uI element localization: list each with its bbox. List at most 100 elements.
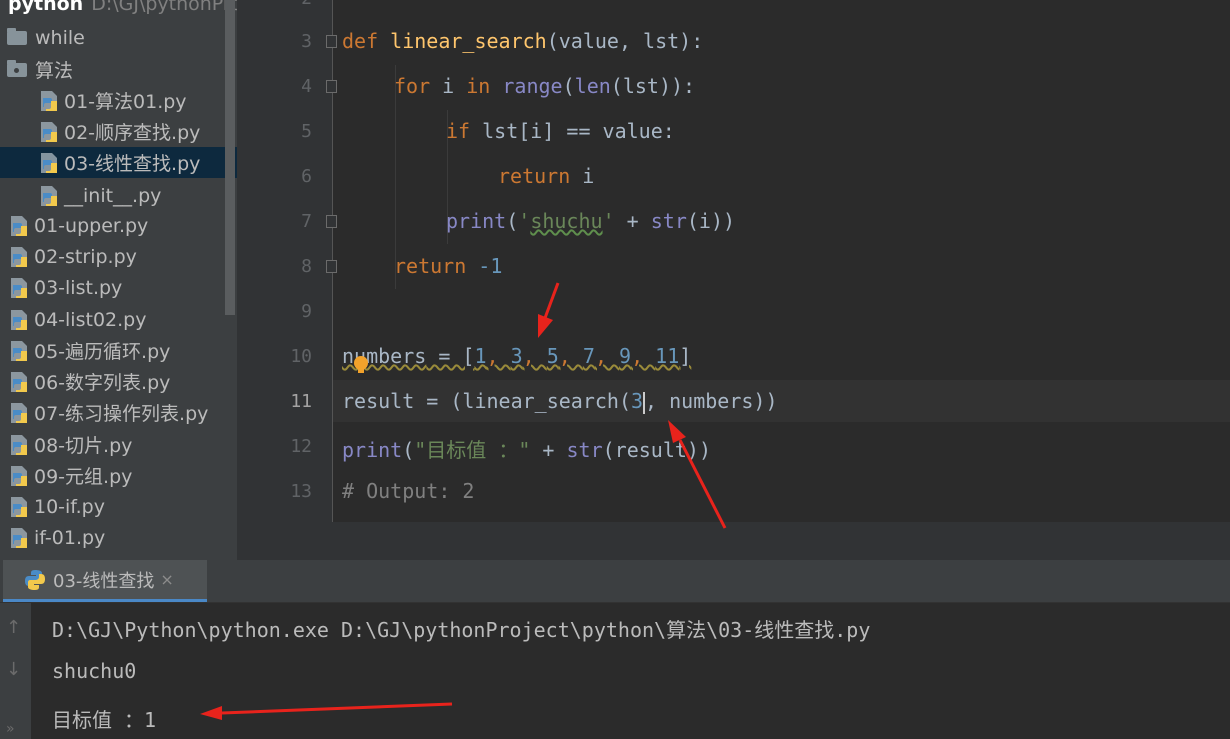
run-side-toolbar: ↑ ↓ » — [0, 603, 31, 739]
run-tab-label: 03-线性查找 — [53, 570, 155, 592]
run-tool-header: 03-线性查找 × — [0, 560, 1230, 603]
python-file-icon — [11, 246, 27, 267]
tree-item-suanfa[interactable]: 算法 — [7, 54, 73, 85]
console-line: D:\GJ\Python\python.exe D:\GJ\pythonProj… — [52, 618, 871, 642]
tree-item-while[interactable]: while — [7, 22, 85, 53]
tree-item-file[interactable]: __init__.py — [37, 180, 161, 211]
close-icon[interactable]: × — [160, 570, 173, 589]
python-file-icon — [11, 277, 27, 298]
code-comma: , — [631, 344, 656, 368]
python-file-icon — [11, 340, 27, 361]
code-keyword: return — [394, 254, 467, 278]
tree-item-file[interactable]: 08-切片.py — [7, 429, 132, 460]
tree-item-label: 02-strip.py — [34, 245, 137, 268]
tree-item-label: 04-list02.py — [34, 308, 147, 331]
line-number: 6 — [301, 166, 312, 187]
code-line-11: result = (linear_search(3, numbers)) — [342, 389, 777, 414]
code-text: (result)) — [602, 438, 712, 462]
more-icon[interactable]: » — [6, 721, 15, 737]
tree-item-file[interactable]: 09-元组.py — [7, 460, 132, 491]
code-builtin: range — [502, 74, 563, 98]
tree-item-label: 08-切片.py — [34, 435, 133, 457]
python-run-icon — [25, 569, 45, 590]
tree-item-file[interactable]: 07-练习操作列表.py — [7, 397, 208, 428]
code-text: i — [570, 164, 595, 188]
console-line: 目标值 ：1 — [52, 708, 157, 732]
code-number: 3 — [510, 344, 523, 368]
code-line-12: print("目标值 ：" + str(result)) — [342, 434, 711, 463]
code-text: = [ — [426, 344, 475, 368]
code-comma: , — [522, 344, 547, 368]
lightbulb-icon[interactable] — [354, 356, 368, 373]
code-text: + — [614, 209, 651, 233]
code-text: result = (linear_search( — [342, 389, 631, 413]
python-file-icon — [11, 496, 27, 517]
tree-scrollbar[interactable] — [225, 0, 235, 315]
tree-item-label: 09-元组.py — [34, 466, 133, 488]
python-file-icon — [41, 152, 57, 173]
code-text: , numbers)) — [645, 389, 778, 413]
code-keyword: for — [394, 74, 431, 98]
code-text: (lst)): — [610, 74, 696, 98]
python-file-icon — [41, 121, 57, 142]
code-comma: , — [558, 344, 583, 368]
code-number: 1 — [474, 344, 487, 368]
python-file-icon — [11, 309, 27, 330]
run-tab[interactable]: 03-线性查找 × — [3, 560, 207, 602]
tree-item-file[interactable]: 04-list02.py — [7, 304, 146, 335]
tree-item-file-selected[interactable]: 03-线性查找.py — [0, 147, 237, 178]
console-line: shuchu0 — [52, 659, 137, 683]
python-file-icon — [11, 371, 27, 392]
project-tree: python D:\GJ\pythonPro while 算法 01-算法01.p… — [0, 0, 237, 560]
fold-end-icon[interactable] — [326, 260, 337, 273]
tree-item-label: 03-线性查找.py — [64, 153, 201, 175]
python-file-icon — [11, 402, 27, 423]
code-line-6: return i — [498, 164, 594, 188]
python-file-icon — [11, 434, 27, 455]
code-number: -1 — [466, 254, 503, 278]
fold-marker-icon[interactable] — [326, 80, 337, 93]
code-comma: , — [486, 344, 511, 368]
tree-item-file[interactable]: 05-遍历循环.py — [7, 335, 170, 366]
line-number: 9 — [301, 301, 312, 322]
tree-item-file[interactable]: 02-strip.py — [7, 241, 137, 272]
code-comma: , — [594, 344, 620, 368]
python-file-icon — [41, 185, 57, 206]
code-string: "目标值 ：" — [414, 438, 531, 462]
tree-item-file[interactable]: 06-数字列表.py — [7, 366, 170, 397]
python-file-icon — [41, 90, 57, 111]
line-number: 8 — [301, 256, 312, 277]
tree-item-file[interactable]: 10-if.py — [7, 491, 105, 522]
code-number: 3 — [630, 389, 644, 413]
code-line-8: return -1 — [394, 254, 502, 278]
project-root[interactable]: python D:\GJ\pythonPro — [8, 0, 237, 15]
fold-end-icon[interactable] — [326, 215, 337, 228]
code-builtin: str — [650, 209, 687, 233]
fold-marker-icon[interactable] — [326, 35, 337, 48]
project-root-label: python — [8, 0, 84, 15]
line-number: 2 — [301, 0, 312, 9]
code-string: ' — [518, 209, 531, 233]
line-number: 13 — [290, 481, 312, 502]
run-console[interactable]: D:\GJ\Python\python.exe D:\GJ\pythonProj… — [31, 603, 1230, 739]
tree-item-label: __init__.py — [64, 184, 162, 207]
tree-item-label: 07-练习操作列表.py — [34, 403, 209, 425]
line-number: 5 — [301, 121, 312, 142]
tree-item-file[interactable]: 03-list.py — [7, 272, 122, 303]
code-function-name: linear_search — [390, 29, 547, 53]
tree-item-file[interactable]: 01-upper.py — [7, 210, 148, 241]
tree-item-file[interactable]: 01-算法01.py — [37, 85, 187, 116]
tree-item-label: while — [35, 26, 85, 49]
code-line-13: # Output: 2 — [342, 479, 474, 503]
code-editor[interactable]: 2 3 4 5 6 7 8 9 10 11 12 13 def linear_s… — [237, 0, 1230, 522]
code-builtin: str — [566, 438, 603, 462]
tree-item-file[interactable]: if-01.py — [7, 522, 105, 553]
code-text: + — [530, 438, 567, 462]
scroll-up-icon[interactable]: ↑ — [6, 617, 21, 638]
code-keyword: in — [466, 74, 491, 98]
scroll-down-icon[interactable]: ↓ — [6, 659, 21, 680]
code-keyword: return — [498, 164, 571, 188]
tree-item-label: 10-if.py — [34, 495, 105, 518]
tree-item-file[interactable]: 02-顺序查找.py — [37, 116, 200, 147]
code-text: (i)) — [686, 209, 736, 233]
